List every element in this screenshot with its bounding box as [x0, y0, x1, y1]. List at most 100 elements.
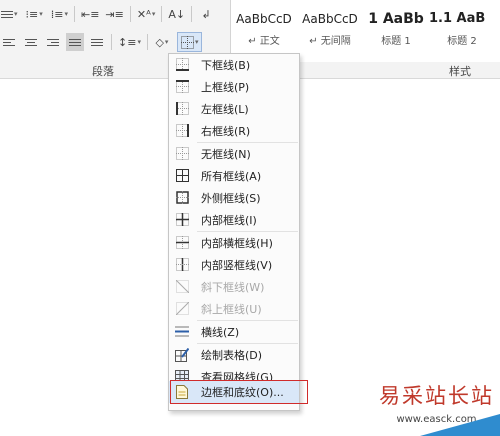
diagonal-up-border-icon — [175, 302, 189, 316]
multilevel-list-button[interactable]: ⁞≡ ▾ — [50, 5, 69, 23]
menu-item-draw-table[interactable]: 绘制表格(D) — [169, 344, 299, 365]
bullets-button[interactable]: ▾ — [0, 5, 19, 23]
diagonal-down-border-icon — [175, 280, 189, 294]
borders-dropdown-menu: 下框线(B) 上框线(P) 左框线(L) 右框线(R) 无框线(N) 所有框线(… — [168, 53, 300, 411]
chevron-down-icon: ▾ — [194, 38, 199, 46]
multilevel-list-icon: ⁞≡ — [50, 7, 64, 21]
menu-item-inside-vertical-border[interactable]: 内部竖框线(V) — [169, 254, 299, 275]
watermark-corner-decoration — [420, 414, 500, 436]
style-name: ↵ 正文 — [248, 36, 280, 47]
toolbar-separator — [191, 6, 193, 22]
align-right-icon — [47, 35, 59, 49]
toolbar-separator — [73, 6, 75, 22]
all-borders-icon — [175, 169, 189, 183]
numbering-button[interactable]: ⁝≡ ▾ — [25, 5, 44, 23]
inside-horizontal-border-icon — [175, 236, 189, 250]
inside-vertical-border-icon — [175, 258, 189, 272]
align-center-button[interactable] — [22, 33, 40, 51]
no-border-icon — [175, 147, 189, 161]
menu-item-label: 横线(Z) — [201, 325, 240, 339]
menu-item-label: 无框线(N) — [201, 147, 251, 161]
menu-item-label: 外侧框线(S) — [201, 191, 261, 205]
style-name: 标题 2 — [447, 36, 477, 47]
increase-indent-button[interactable]: ⇥≡ — [104, 5, 124, 23]
horizontal-line-icon — [175, 325, 189, 339]
paragraph-toolbar-row-1: ▾ ⁝≡ ▾ ⁞≡ ▾ ⇤≡ ⇥≡ ✕ᴬ ▾ A↓ ↲ — [0, 4, 215, 24]
style-heading-1[interactable]: 1 AaBb 标题 1 — [363, 8, 429, 47]
numbering-icon: ⁝≡ — [25, 7, 39, 21]
distributed-icon — [91, 35, 103, 49]
style-normal[interactable]: AaBbCcD ↵ 正文 — [231, 8, 297, 47]
toolbar-separator — [146, 34, 148, 50]
style-name: 标题 1 — [381, 36, 411, 47]
menu-item-diagonal-up-border: 斜上框线(U) — [169, 298, 299, 319]
align-left-icon — [3, 35, 15, 49]
align-left-button[interactable] — [0, 33, 18, 51]
menu-item-bottom-border[interactable]: 下框线(B) — [169, 54, 299, 75]
menu-item-label: 内部横框线(H) — [201, 236, 273, 250]
chinese-layout-icon: ✕ᴬ — [136, 7, 151, 21]
chinese-layout-button[interactable]: ✕ᴬ ▾ — [136, 5, 156, 23]
line-spacing-icon: ↕≡ — [118, 35, 137, 49]
toolbar-separator — [161, 6, 163, 22]
distributed-button[interactable] — [88, 33, 106, 51]
menu-item-left-border[interactable]: 左框线(L) — [169, 98, 299, 119]
watermark-text: 易采站长站 — [379, 384, 494, 408]
menu-item-inside-borders[interactable]: 内部框线(I) — [169, 209, 299, 230]
shading-icon: ◇ — [155, 35, 164, 49]
outside-borders-icon — [175, 191, 189, 205]
borders-button[interactable]: ▾ — [176, 32, 203, 52]
paragraph-mark-icon: ↲ — [201, 7, 211, 21]
menu-item-label: 斜下框线(W) — [201, 280, 265, 294]
align-center-icon — [25, 35, 37, 49]
style-preview: AaBbCcD — [236, 12, 292, 26]
style-preview: 1 AaBb — [368, 11, 424, 27]
menu-item-label: 内部框线(I) — [201, 213, 257, 227]
border-left-icon — [175, 102, 189, 116]
sort-button[interactable]: A↓ — [167, 5, 186, 23]
shading-button[interactable]: ◇ ▾ — [153, 33, 171, 51]
align-right-button[interactable] — [44, 33, 62, 51]
border-right-icon — [175, 124, 189, 138]
menu-item-horizontal-line[interactable]: 横线(Z) — [169, 321, 299, 342]
menu-item-label: 绘制表格(D) — [201, 348, 263, 362]
style-preview: AaBbCcD — [302, 12, 358, 26]
menu-item-right-border[interactable]: 右框线(R) — [169, 120, 299, 141]
increase-indent-icon: ⇥≡ — [105, 7, 124, 21]
toolbar-separator — [129, 6, 131, 22]
menu-item-label: 内部竖框线(V) — [201, 258, 273, 272]
paragraph-group-label: 段落 — [92, 65, 114, 78]
menu-item-outside-borders[interactable]: 外侧框线(S) — [169, 187, 299, 208]
menu-item-label: 所有框线(A) — [201, 169, 262, 183]
menu-item-diagonal-down-border: 斜下框线(W) — [169, 276, 299, 297]
toolbar-separator — [111, 34, 112, 50]
menu-item-all-borders[interactable]: 所有框线(A) — [169, 165, 299, 186]
menu-item-inside-horizontal-border[interactable]: 内部横框线(H) — [169, 232, 299, 253]
menu-item-label: 右框线(R) — [201, 124, 251, 138]
bullets-icon — [1, 7, 13, 21]
menu-item-label: 下框线(B) — [201, 58, 251, 72]
justify-button[interactable] — [66, 33, 84, 51]
menu-item-top-border[interactable]: 上框线(P) — [169, 76, 299, 97]
style-preview: 1.1 AaB — [429, 11, 486, 26]
border-bottom-icon — [175, 58, 189, 72]
sort-icon: A↓ — [168, 7, 186, 21]
borders-icon — [180, 35, 194, 49]
show-marks-button[interactable]: ↲ — [197, 5, 215, 23]
inside-borders-icon — [175, 213, 189, 227]
decrease-indent-button[interactable]: ⇤≡ — [80, 5, 100, 23]
highlight-box — [170, 380, 308, 404]
menu-item-label: 上框线(P) — [201, 80, 250, 94]
line-spacing-button[interactable]: ↕≡ ▾ — [117, 33, 142, 51]
paragraph-toolbar-row-2: ↕≡ ▾ ◇ ▾ ▾ — [0, 32, 203, 52]
styles-group-label: 样式 — [449, 65, 471, 78]
style-name: ↵ 无间隔 — [309, 36, 351, 47]
draw-table-icon — [175, 347, 189, 362]
menu-item-label: 左框线(L) — [201, 102, 249, 116]
decrease-indent-icon: ⇤≡ — [80, 7, 100, 21]
justify-icon — [69, 35, 81, 49]
menu-item-no-border[interactable]: 无框线(N) — [169, 143, 299, 164]
menu-item-label: 斜上框线(U) — [201, 302, 262, 316]
style-no-spacing[interactable]: AaBbCcD ↵ 无间隔 — [297, 8, 363, 47]
style-heading-2[interactable]: 1.1 AaB 标题 2 — [429, 8, 495, 47]
